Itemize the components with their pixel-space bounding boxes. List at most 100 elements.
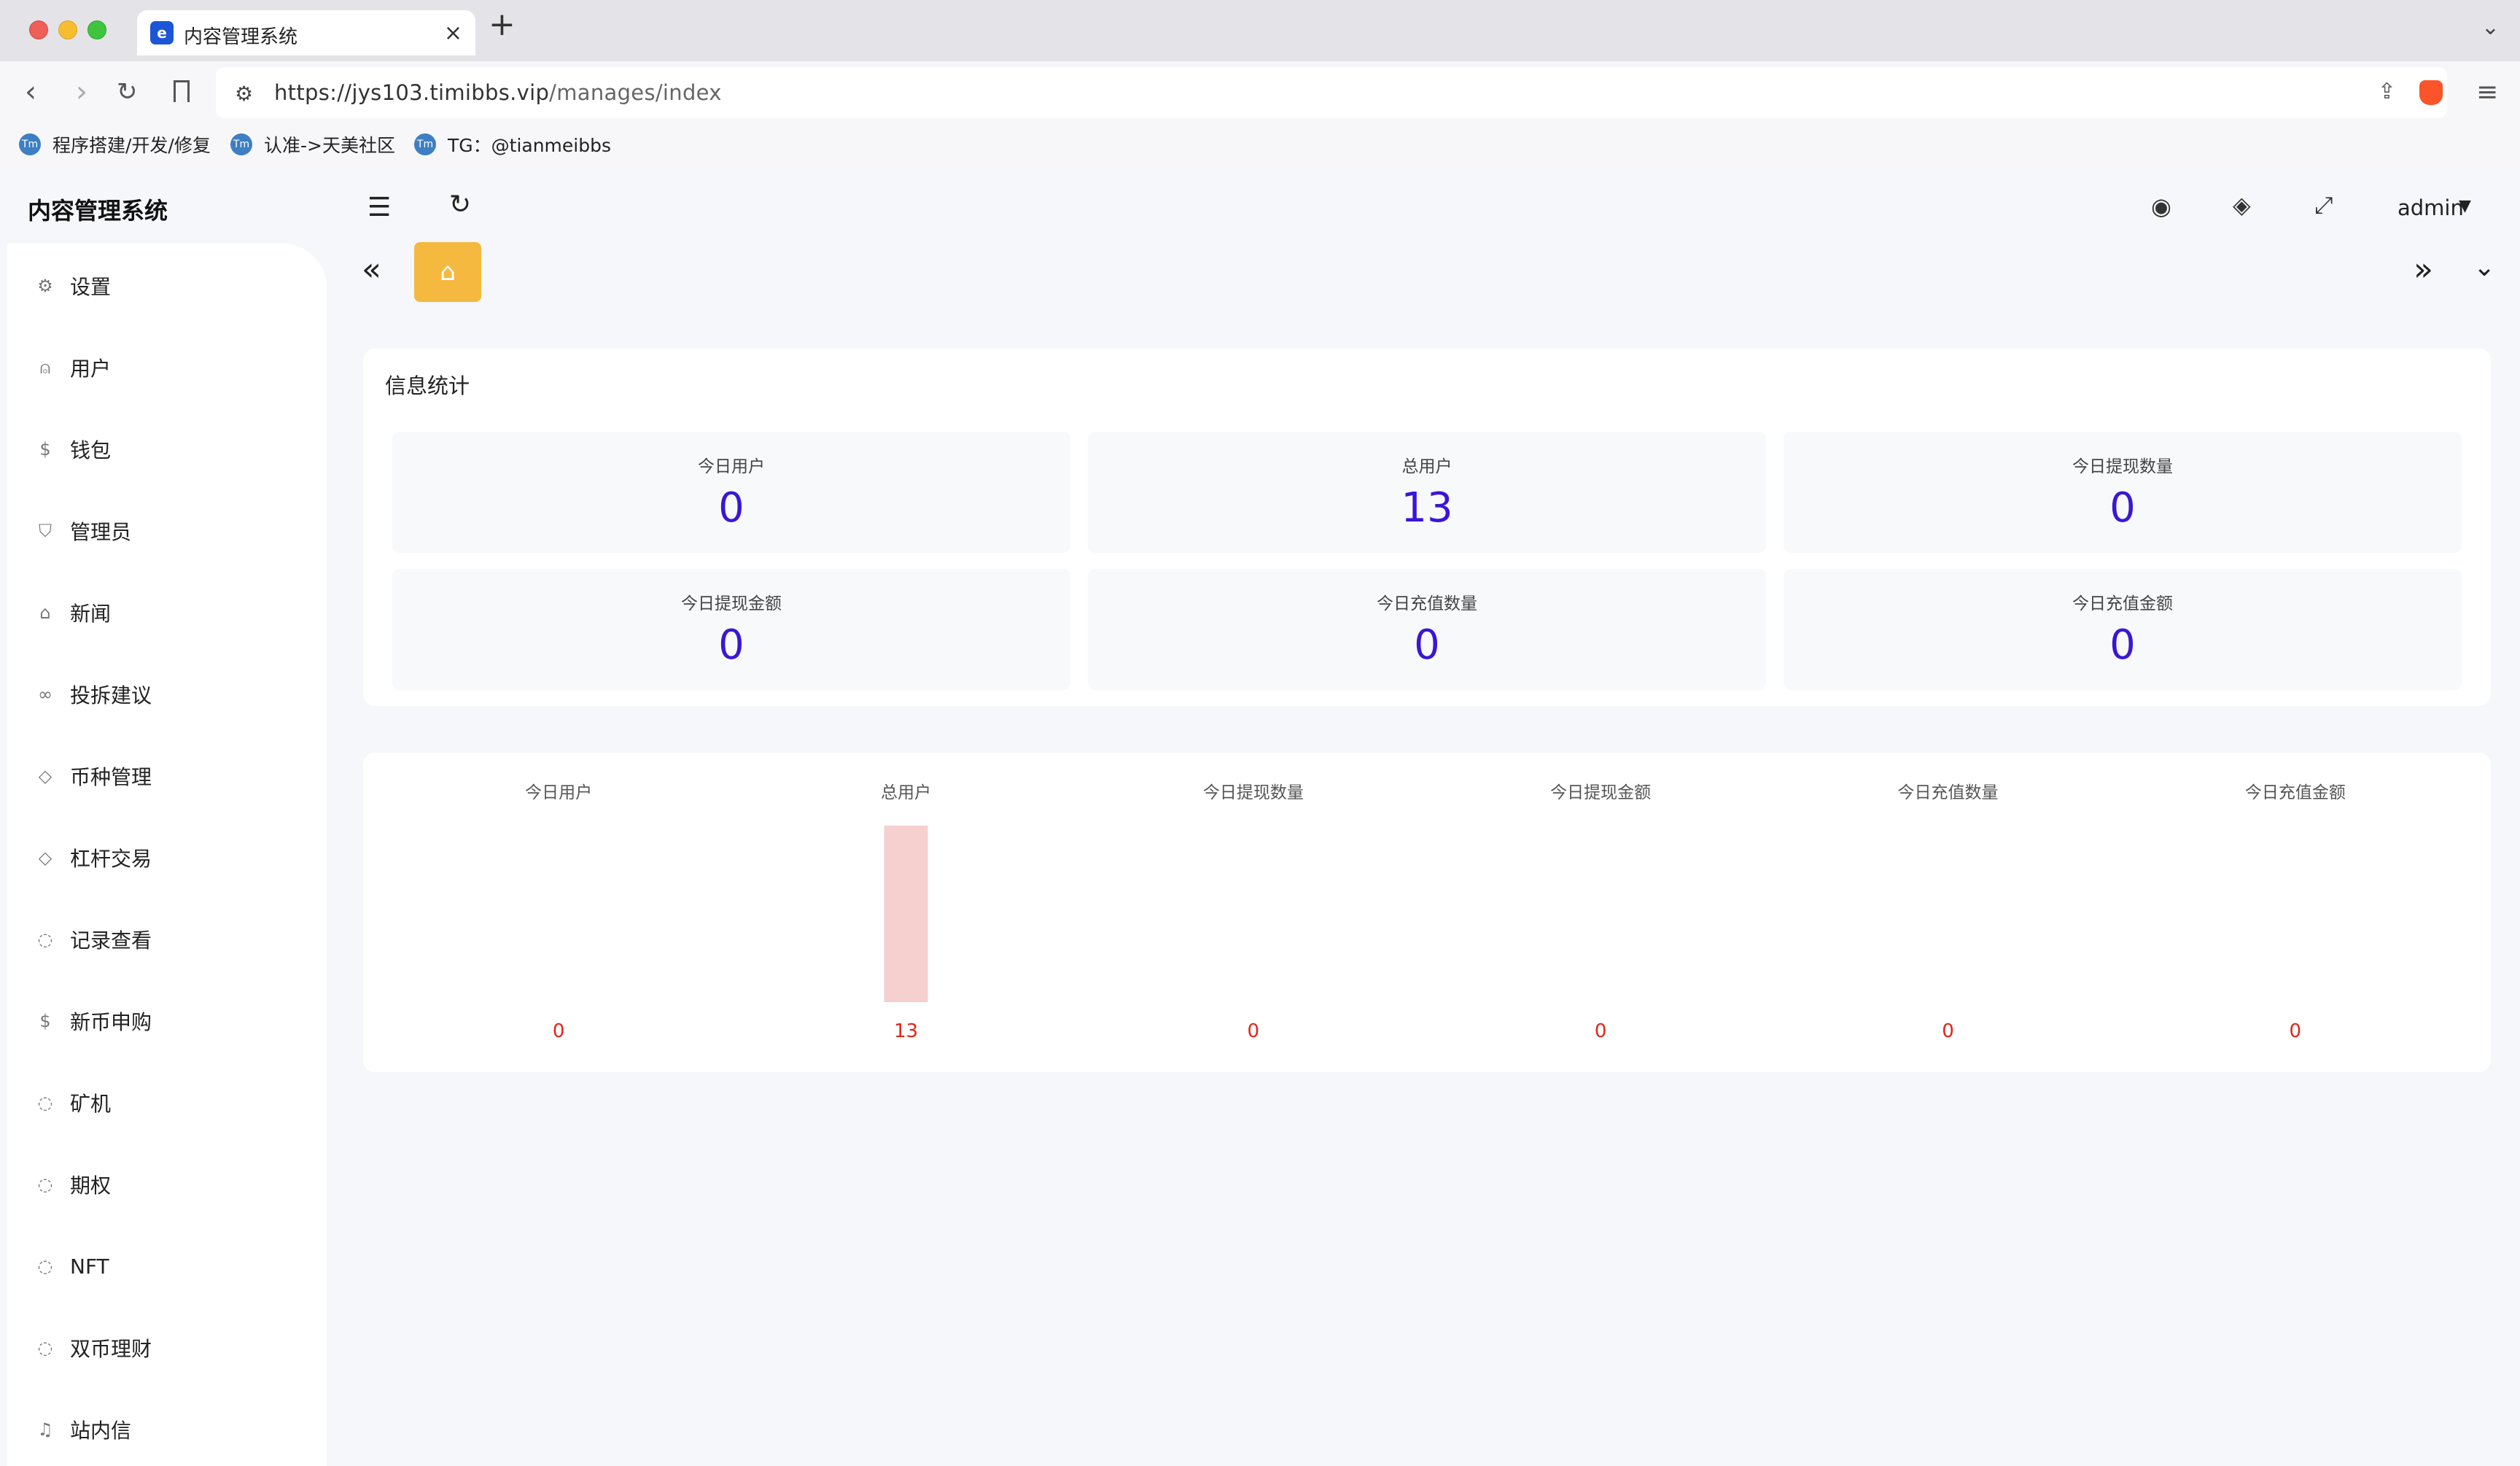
stat-label: 总用户 xyxy=(1401,457,1452,476)
new-tab-button[interactable]: + xyxy=(489,6,516,43)
close-window-button[interactable] xyxy=(29,20,48,39)
sidebar-item-records[interactable]: ◌ 记录查看 xyxy=(35,918,152,961)
refresh-icon[interactable]: ↻ xyxy=(449,190,471,220)
chart-value-label: 0 xyxy=(553,1020,565,1042)
bookmark-favicon-icon: Tm xyxy=(414,133,436,155)
circle-arrow-icon: ◌ xyxy=(37,1256,53,1276)
stat-value: 0 xyxy=(1414,621,1440,669)
stat-value: 0 xyxy=(718,484,744,532)
forward-icon[interactable]: › xyxy=(76,76,88,108)
stat-today-recharge-amount: 今日充值金额 0 xyxy=(1784,569,2462,690)
stat-today-withdraw-count: 今日提现数量 0 xyxy=(1784,432,2462,553)
diamond-icon: ◇ xyxy=(38,766,52,786)
sidebar-item-miner[interactable]: ◌ 矿机 xyxy=(35,1081,112,1125)
bookmark-favicon-icon: Tm xyxy=(19,133,41,155)
bookmark-item[interactable]: Tm TG：@tianmeibbs xyxy=(414,131,611,158)
app-root: 内容管理系统 ⚙ 设置 ⍝ 用户 $ 钱包 ⛉ 管理员 ⌂ 新闻 ∞ 投拆建议 … xyxy=(0,171,2520,1466)
close-icon[interactable]: × xyxy=(444,20,462,46)
user-menu[interactable]: admin xyxy=(2398,195,2464,220)
sidebar-item-admins[interactable]: ⛉ 管理员 xyxy=(35,509,131,553)
circle-arrow-icon: ◌ xyxy=(37,929,53,950)
chart-bar xyxy=(884,826,928,1002)
site-settings-icon[interactable]: ⚙ xyxy=(235,82,253,106)
sidebar-item-leverage[interactable]: ◇ 杠杆交易 xyxy=(35,836,152,880)
sidebar-item-nft[interactable]: ◌ NFT xyxy=(35,1244,109,1288)
back-icon[interactable]: ‹ xyxy=(25,76,36,108)
dollar-icon: $ xyxy=(39,1011,51,1031)
home-tab[interactable]: ⌂ xyxy=(414,242,481,302)
sidebar-item-label: 站内信 xyxy=(70,1419,132,1443)
caret-down-icon[interactable]: ▼ xyxy=(2459,197,2471,215)
url-text[interactable]: https://jys103.timibbs.vip/manages/index xyxy=(274,80,722,105)
sidebar-item-users[interactable]: ⍝ 用户 xyxy=(35,346,111,389)
sidebar-item-currency[interactable]: ◇ 币种管理 xyxy=(35,754,152,798)
sidebar-item-label: 双币理财 xyxy=(70,1337,152,1361)
chart-category-label: 今日充值金额 xyxy=(2245,783,2346,802)
palette-icon[interactable]: ◉ xyxy=(2151,193,2171,220)
chart-value-label: 0 xyxy=(2290,1020,2302,1042)
address-bar[interactable]: ⚙ https://jys103.timibbs.vip/manages/ind… xyxy=(216,67,2447,118)
stats-bar-chart: 今日用户 0 总用户 13 今日提现数量 0 今日提现金额 0 今日充值数量 0 今日充值金额 0 xyxy=(525,783,2346,1042)
stat-today-recharge-count: 今日充值数量 0 xyxy=(1088,569,1766,690)
tabs-scroll-right-icon[interactable]: » xyxy=(2414,251,2433,288)
tag-icon: ⌂ xyxy=(39,602,51,623)
tabs-scroll-left-icon[interactable]: « xyxy=(362,251,381,288)
shield-icon: ⛉ xyxy=(39,521,52,541)
sidebar-item-settings[interactable]: ⚙ 设置 xyxy=(35,264,111,308)
tabs-menu-chevron-icon[interactable]: ⌄ xyxy=(2473,252,2495,282)
stat-value: 13 xyxy=(1401,484,1453,532)
bookmark-icon[interactable] xyxy=(174,80,190,102)
link-icon: ∞ xyxy=(38,684,52,705)
main-content: ☰ ↻ ◉ ◈ ⤢ admin ▼ « ⌂ » ⌄ 信息统计 今日用户 0 总用… xyxy=(327,171,2520,1466)
sidebar-item-label: NFT xyxy=(70,1254,109,1279)
sidebar-item-label: 新币申购 xyxy=(70,1010,152,1034)
sidebar-item-feedback[interactable]: ∞ 投拆建议 xyxy=(35,672,152,716)
brave-shield-icon[interactable] xyxy=(2419,80,2443,105)
stat-today-users: 今日用户 0 xyxy=(392,432,1070,553)
sidebar-item-label: 记录查看 xyxy=(70,928,152,953)
tab-strip: e 内容管理系统 × + ⌄ xyxy=(0,0,2520,61)
tag-icon[interactable]: ◈ xyxy=(2233,191,2251,219)
stat-total-users: 总用户 13 xyxy=(1088,432,1766,553)
bookmark-label: TG：@tianmeibbs xyxy=(448,135,611,156)
stat-value: 0 xyxy=(2109,621,2136,669)
reload-icon[interactable]: ↻ xyxy=(117,76,138,108)
stat-label: 今日充值金额 xyxy=(2072,594,2173,613)
sidebar-item-label: 矿机 xyxy=(70,1092,112,1116)
chart-category-label: 今日用户 xyxy=(525,783,592,802)
stats-card: 信息统计 今日用户 0 总用户 13 今日提现数量 0 今日提现金额 0 今日充… xyxy=(363,349,2491,706)
maximize-window-button[interactable] xyxy=(88,20,106,39)
stats-card-title: 信息统计 xyxy=(385,373,470,398)
bookmark-item[interactable]: Tm 程序搭建/开发/修复 xyxy=(19,131,211,158)
sidebar-item-options[interactable]: ◌ 期权 xyxy=(35,1163,112,1206)
sidebar-item-label: 管理员 xyxy=(70,520,132,544)
sidebar-item-news[interactable]: ⌂ 新闻 xyxy=(35,591,111,635)
hamburger-menu-icon[interactable]: ≡ xyxy=(2476,77,2498,107)
stat-value: 0 xyxy=(2109,484,2136,532)
chart-category-label: 今日提现数量 xyxy=(1203,783,1304,802)
chevron-down-icon[interactable]: ⌄ xyxy=(2481,15,2500,40)
share-icon[interactable]: ⇪ xyxy=(2378,79,2396,104)
bookmark-item[interactable]: Tm 认准->天美社区 xyxy=(230,131,395,158)
chart-value-label: 13 xyxy=(894,1020,918,1042)
sidebar: 内容管理系统 ⚙ 设置 ⍝ 用户 $ 钱包 ⛉ 管理员 ⌂ 新闻 ∞ 投拆建议 … xyxy=(0,171,327,1466)
user-icon: ⍝ xyxy=(39,357,51,378)
diamond-icon: ◇ xyxy=(38,848,52,868)
sidebar-item-label: 新闻 xyxy=(70,602,112,626)
sidebar-item-wallet[interactable]: $ 钱包 xyxy=(35,427,111,471)
page-tabs-bar: « ⌂ » ⌄ xyxy=(327,239,2520,305)
minimize-window-button[interactable] xyxy=(58,20,77,39)
bookmark-favicon-icon: Tm xyxy=(230,133,252,155)
sidebar-item-ipo[interactable]: $ 新币申购 xyxy=(35,999,152,1043)
bookmark-label: 程序搭建/开发/修复 xyxy=(52,135,211,156)
sidebar-item-dual-currency[interactable]: ◌ 双币理财 xyxy=(35,1326,152,1370)
stat-label: 今日提现金额 xyxy=(681,594,782,613)
browser-tab-active[interactable]: e 内容管理系统 × xyxy=(137,10,475,55)
bookmark-label: 认准->天美社区 xyxy=(264,135,395,156)
sidebar-item-label: 币种管理 xyxy=(70,765,152,789)
stat-value: 0 xyxy=(718,621,744,669)
sidebar-item-label: 杠杆交易 xyxy=(70,847,152,871)
collapse-menu-icon[interactable]: ☰ xyxy=(368,193,391,222)
fullscreen-icon[interactable]: ⤢ xyxy=(2314,191,2333,220)
sidebar-item-messages[interactable]: ♫ 站内信 xyxy=(35,1408,131,1451)
